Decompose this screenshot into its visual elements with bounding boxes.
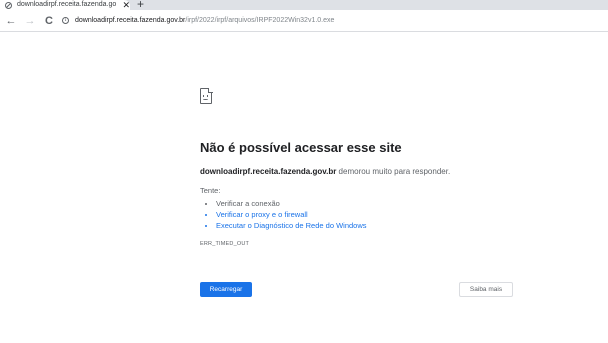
error-code: ERR_TIMED_OUT	[200, 241, 250, 247]
tab-strip: downloadirpf.receita.fazenda.go ✕ +	[0, 0, 608, 10]
url-text[interactable]: downloadirpf.receita.fazenda.gov.br/irpf…	[75, 16, 334, 26]
close-icon[interactable]: ✕	[122, 0, 130, 10]
url-path: /irpf/2022/irpf/arquivos/IRPF2022Win32v1…	[185, 16, 335, 24]
tab-title: downloadirpf.receita.fazenda.go	[17, 1, 117, 8]
reload-icon[interactable]: C	[42, 14, 56, 28]
learn-more-button[interactable]: Saiba mais	[459, 282, 513, 297]
globe-icon	[5, 1, 12, 9]
suggestion-run-diagnostics-link[interactable]: Executar o Diagnóstico de Rede do Window…	[216, 220, 520, 231]
url-domain: downloadirpf.receita.fazenda.gov.br	[75, 16, 186, 24]
address-bar[interactable]: i downloadirpf.receita.fazenda.gov.br/ir…	[62, 13, 604, 29]
error-description: downloadirpf.receita.fazenda.gov.br demo…	[200, 166, 520, 177]
suggestion-check-proxy-link[interactable]: Verificar o proxy e o firewall	[216, 209, 520, 220]
error-message: demorou muito para responder.	[336, 167, 451, 176]
suggestions-list: Verificar a conexão Verificar o proxy e …	[200, 198, 520, 231]
browser-toolbar: ← → C i downloadirpf.receita.fazenda.gov…	[0, 10, 608, 32]
browser-tab[interactable]: downloadirpf.receita.fazenda.go ✕	[0, 0, 130, 10]
info-icon[interactable]: i	[62, 17, 69, 24]
reload-button[interactable]: Recarregar	[200, 282, 252, 297]
error-host: downloadirpf.receita.fazenda.gov.br	[200, 167, 337, 176]
new-tab-button[interactable]: +	[137, 0, 144, 10]
error-content: Não é possível acessar esse site downloa…	[200, 87, 520, 248]
try-label: Tente:	[200, 186, 221, 195]
forward-arrow-icon[interactable]: →	[23, 14, 37, 28]
error-title: Não é possível acessar esse site	[200, 140, 402, 155]
back-arrow-icon[interactable]: ←	[4, 14, 18, 28]
sad-page-icon	[200, 87, 213, 104]
suggestion-check-connection: Verificar a conexão	[216, 198, 520, 209]
